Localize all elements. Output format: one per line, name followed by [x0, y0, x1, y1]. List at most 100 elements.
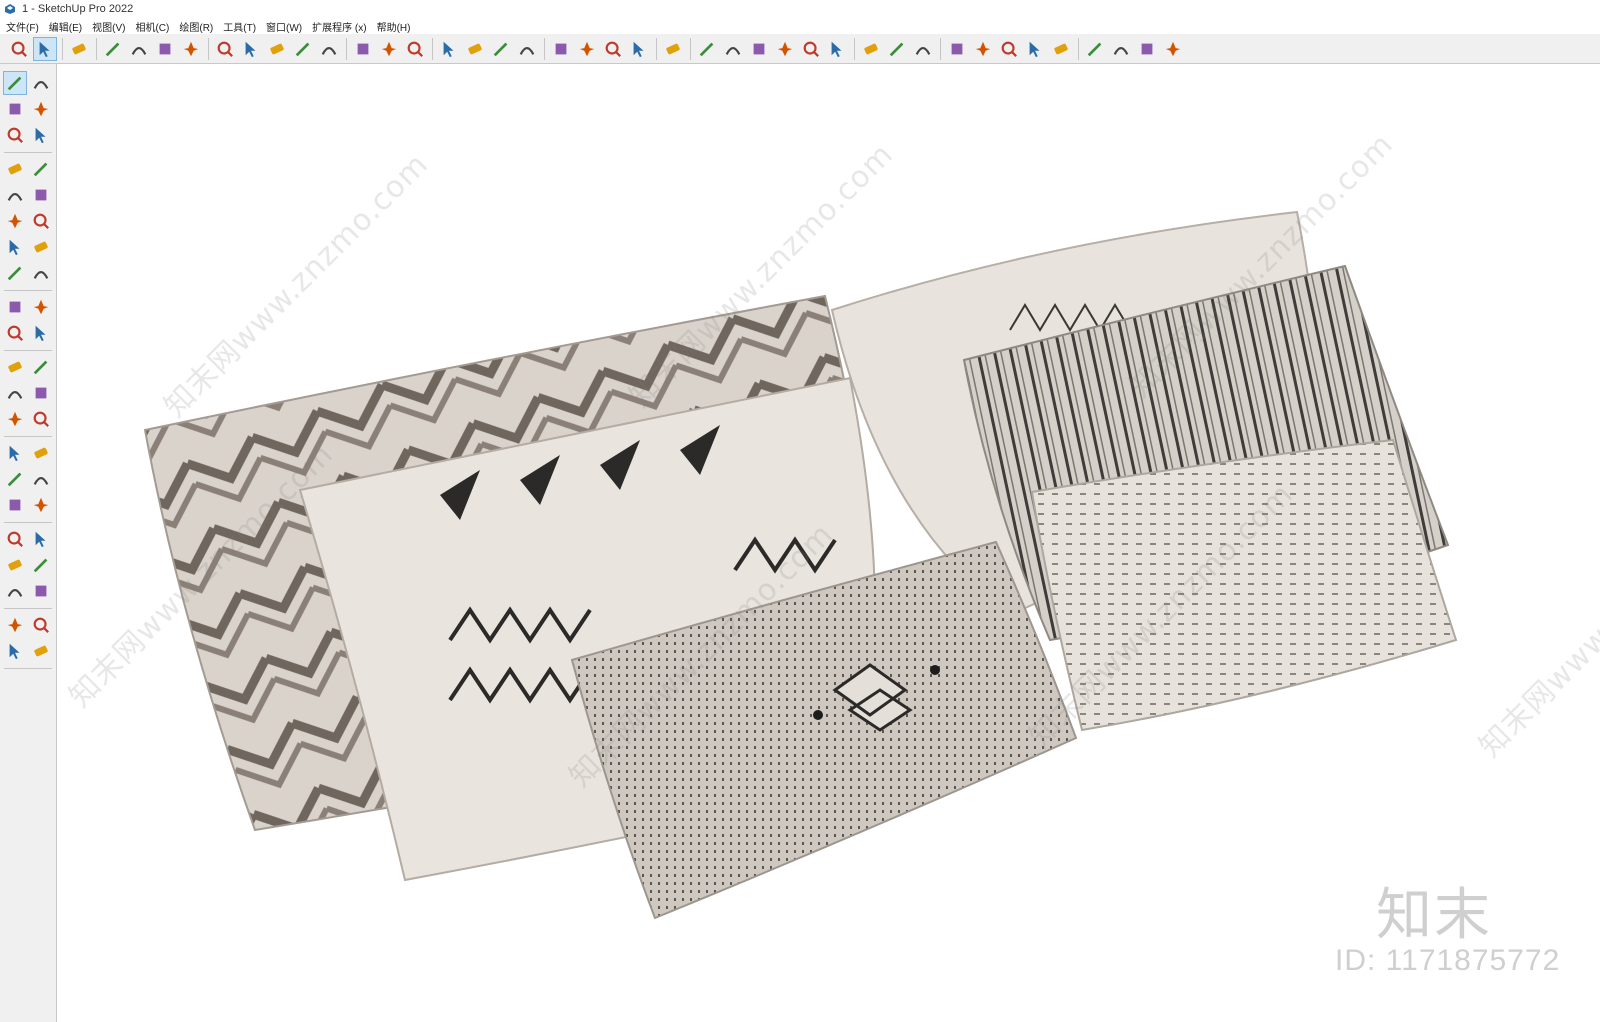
rectangle-icon[interactable]: [4, 184, 26, 206]
select-icon[interactable]: [3, 71, 27, 95]
zoom-icon[interactable]: [464, 38, 486, 60]
cloud-icon[interactable]: [1024, 38, 1046, 60]
menu-tools[interactable]: 工具(T): [223, 19, 256, 34]
home-icon[interactable]: [722, 38, 744, 60]
position-camera-icon[interactable]: [30, 580, 52, 602]
zoom-window-icon[interactable]: [30, 494, 52, 516]
3dtext-icon[interactable]: [30, 442, 52, 464]
move-icon[interactable]: [240, 38, 262, 60]
checker-icon[interactable]: [998, 38, 1020, 60]
layout-icon[interactable]: [516, 38, 538, 60]
rotate-icon[interactable]: [266, 38, 288, 60]
menu-edit[interactable]: 编辑(E): [49, 19, 82, 34]
arc-icon[interactable]: [128, 38, 150, 60]
pan-icon[interactable]: [438, 38, 460, 60]
toolbar-separator: [96, 38, 97, 60]
circle-icon[interactable]: [4, 210, 26, 232]
garage-icon[interactable]: [800, 38, 822, 60]
window-icon[interactable]: [1084, 38, 1106, 60]
orbit-icon[interactable]: [404, 38, 426, 60]
polygon-icon[interactable]: [30, 210, 52, 232]
tag-icon[interactable]: [30, 124, 52, 146]
orbit2-icon[interactable]: [4, 468, 26, 490]
gear-icon[interactable]: [1050, 38, 1072, 60]
rotate-icon[interactable]: [4, 322, 26, 344]
section-plane-icon[interactable]: [4, 614, 26, 636]
left-toolbar-separator: [4, 350, 52, 351]
freehand-icon[interactable]: [30, 158, 52, 180]
protractor-icon[interactable]: [4, 408, 26, 430]
followme-icon[interactable]: [214, 38, 236, 60]
person-icon[interactable]: [628, 38, 650, 60]
component-icon[interactable]: [4, 124, 26, 146]
menu-extensions[interactable]: 扩展程序 (x): [312, 19, 366, 34]
left-toolbar-separator: [4, 522, 52, 523]
eye-icon[interactable]: [30, 554, 52, 576]
section-display-icon[interactable]: [4, 640, 26, 662]
search-icon[interactable]: [8, 38, 30, 60]
box-icon[interactable]: [748, 38, 770, 60]
move-icon[interactable]: [4, 296, 26, 318]
cart-icon[interactable]: [1136, 38, 1158, 60]
pillow-lumbar-dot-right: [930, 665, 940, 675]
scale-icon[interactable]: [4, 356, 26, 378]
addlocation-icon[interactable]: [826, 38, 848, 60]
eraser-icon[interactable]: [68, 38, 90, 60]
section-cut-icon[interactable]: [30, 614, 52, 636]
menu-view[interactable]: 视图(V): [92, 19, 125, 34]
pencil-icon[interactable]: [4, 158, 26, 180]
pie-icon[interactable]: [30, 236, 52, 258]
layers-icon[interactable]: [576, 38, 598, 60]
info-icon[interactable]: [1110, 38, 1132, 60]
house-outline-icon[interactable]: [774, 38, 796, 60]
scene-icon[interactable]: [886, 38, 908, 60]
bars-icon[interactable]: [972, 38, 994, 60]
eraser-icon[interactable]: [30, 98, 52, 120]
text-icon[interactable]: [352, 38, 374, 60]
paint-icon[interactable]: [4, 98, 26, 120]
account-icon[interactable]: [1162, 38, 1184, 60]
paint-icon[interactable]: [378, 38, 400, 60]
shield-icon[interactable]: [946, 38, 968, 60]
pushpull-icon[interactable]: [30, 296, 52, 318]
pan-icon[interactable]: [30, 468, 52, 490]
arc-icon[interactable]: [4, 236, 26, 258]
rectangle-icon[interactable]: [154, 38, 176, 60]
menu-window[interactable]: 窗口(W): [266, 19, 302, 34]
menu-draw[interactable]: 绘图(R): [179, 19, 213, 34]
section-fill-icon[interactable]: [30, 640, 52, 662]
footprint-icon[interactable]: [4, 580, 26, 602]
model-viewport[interactable]: 知末网www.znzmo.com 知末网www.znzmo.com 知末网www…: [57, 64, 1600, 1022]
text-icon[interactable]: [30, 408, 52, 430]
rotated-rect-icon[interactable]: [30, 184, 52, 206]
followme-icon[interactable]: [30, 322, 52, 344]
zoom-extents-icon[interactable]: [4, 528, 26, 550]
arc3-icon[interactable]: [30, 262, 52, 284]
arc2-icon[interactable]: [4, 262, 26, 284]
tape-icon[interactable]: [4, 382, 26, 404]
zoom-extents-icon[interactable]: [490, 38, 512, 60]
menu-camera[interactable]: 相机(C): [135, 19, 169, 34]
door-icon[interactable]: [696, 38, 718, 60]
circle-plus-icon[interactable]: [912, 38, 934, 60]
pencil-icon[interactable]: [102, 38, 124, 60]
offset-icon[interactable]: [30, 356, 52, 378]
previous-icon[interactable]: [30, 528, 52, 550]
sandbox-icon[interactable]: [860, 38, 882, 60]
scale-icon[interactable]: [292, 38, 314, 60]
orbit-icon[interactable]: [30, 72, 52, 94]
component-icon[interactable]: [662, 38, 684, 60]
select-icon[interactable]: [33, 37, 57, 61]
section-fill-icon[interactable]: [602, 38, 624, 60]
left-toolbar-separator: [4, 290, 52, 291]
section-icon[interactable]: [550, 38, 572, 60]
pillow-lumbar-dot-left: [813, 710, 823, 720]
tape-icon[interactable]: [318, 38, 340, 60]
menu-file[interactable]: 文件(F): [6, 19, 39, 34]
axes-icon[interactable]: [4, 442, 26, 464]
walk-icon[interactable]: [4, 554, 26, 576]
dimension-icon[interactable]: [30, 382, 52, 404]
menu-help[interactable]: 帮助(H): [377, 19, 411, 34]
zoom-icon[interactable]: [4, 494, 26, 516]
pushpull-icon[interactable]: [180, 38, 202, 60]
